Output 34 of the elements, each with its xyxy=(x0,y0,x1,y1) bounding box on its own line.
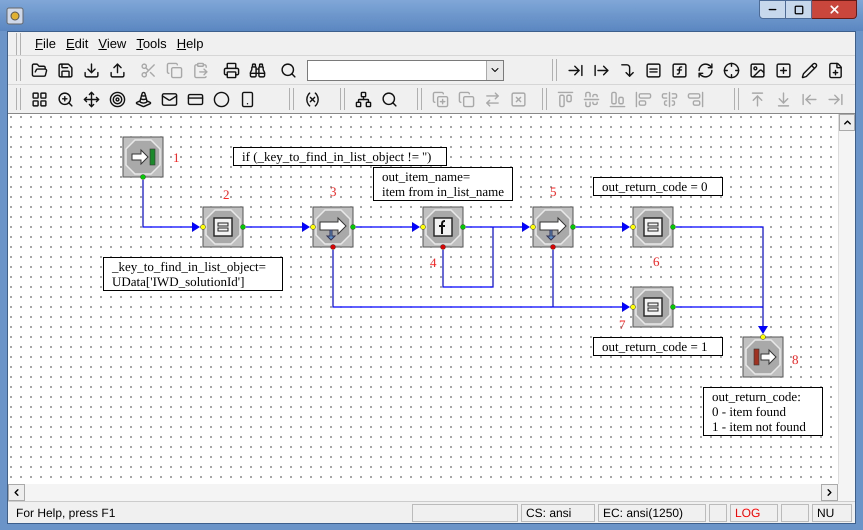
annotation-note[interactable]: if (_key_to_find_in_list_object != '') xyxy=(233,147,447,166)
status-text: NU xyxy=(812,504,852,522)
node-number: 2 xyxy=(223,186,230,204)
status-text: For Help, press F1 xyxy=(15,504,116,522)
note-line: if (_key_to_find_in_list_object != '') xyxy=(242,149,432,164)
annotation-note[interactable]: out_return_code = 0 xyxy=(593,177,723,196)
annotation-note[interactable]: _key_to_find_in_list_object= UData['IWD_solutionId'] xyxy=(103,257,283,291)
note-line: item from in_list_name xyxy=(382,184,504,199)
node-number: 1 xyxy=(173,149,180,167)
menu-item[interactable]: File xyxy=(35,34,56,54)
note-line: out_return_code = 0 xyxy=(602,179,709,194)
note-line: _key_to_find_in_list_object= xyxy=(112,259,267,274)
note-line: out_item_name= xyxy=(382,169,472,184)
status-text: CS: ansi xyxy=(521,504,595,522)
menu-item[interactable]: Edit xyxy=(66,34,88,54)
note-line: 0 - item found xyxy=(712,404,788,419)
node-number: 4 xyxy=(430,254,436,272)
status-text: LOG xyxy=(730,504,778,522)
status-text: EC: ansi(1250) xyxy=(598,504,706,522)
menu-item[interactable]: Help xyxy=(176,34,204,54)
note-line: out_return_code: xyxy=(712,389,802,404)
menu-item[interactable]: Tools xyxy=(136,34,167,54)
node-number: 8 xyxy=(792,351,798,369)
node-number: 7 xyxy=(619,316,626,334)
note-line: out_return_code = 1 xyxy=(602,339,709,354)
note-line: 1 - item not found xyxy=(712,419,807,434)
node-number: 6 xyxy=(653,253,660,271)
annotation-note[interactable]: out_item_name= item from in_list_name xyxy=(373,167,514,201)
annotation-note[interactable]: out_return_code = 1 xyxy=(593,337,723,356)
menu-item[interactable]: View xyxy=(98,34,126,54)
annotation-note[interactable]: out_return_code: 0 - item found 1 - item not found xyxy=(703,387,823,436)
note-line: UData['IWD_solutionId'] xyxy=(112,274,246,289)
node-number: 5 xyxy=(550,183,556,201)
node-number: 3 xyxy=(330,183,336,201)
